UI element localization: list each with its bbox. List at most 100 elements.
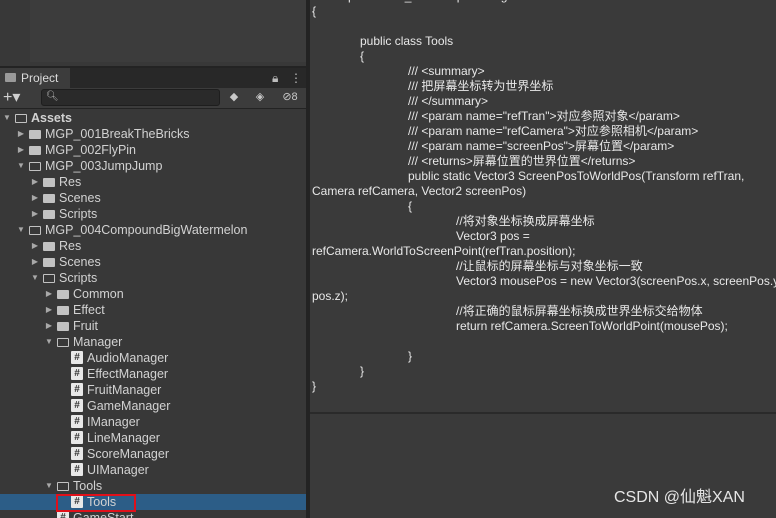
- script-item[interactable]: # GameManager: [0, 398, 306, 414]
- code-panel: namespace MGP_004CompoundBigWatermelon{p…: [310, 0, 776, 412]
- folder-item[interactable]: ▶ Fruit: [0, 318, 306, 334]
- code-line: /// <param name="refCamera">对应参照相机</para…: [408, 124, 699, 138]
- add-button[interactable]: +▾: [3, 88, 31, 108]
- folder-icon: [57, 306, 69, 315]
- hidden-packages-toggle[interactable]: ⊘8: [276, 89, 304, 106]
- tree-item-label: Res: [59, 175, 82, 189]
- open-folder-icon: [29, 162, 41, 171]
- folder-item[interactable]: ▶ Effect: [0, 302, 306, 318]
- tree-item-label: Assets: [31, 111, 72, 125]
- folder-icon: [57, 290, 69, 299]
- code-line: }: [312, 379, 317, 393]
- folder-item[interactable]: ▶ Res: [0, 238, 306, 254]
- collapsed-arrow-icon[interactable]: ▶: [44, 302, 54, 318]
- folder-item[interactable]: ▶ Scenes: [0, 190, 306, 206]
- code-line: /// </summary>: [408, 94, 489, 108]
- tree-item-label: ScoreManager: [87, 447, 169, 461]
- filter-by-type-icon[interactable]: ◆: [224, 89, 244, 106]
- folder-item[interactable]: ▼ MGP_004CompoundBigWatermelon: [0, 222, 306, 238]
- collapsed-arrow-icon[interactable]: ▶: [30, 238, 40, 254]
- folder-item[interactable]: ▶ Common: [0, 286, 306, 302]
- expanded-arrow-icon[interactable]: ▼: [30, 270, 40, 286]
- script-item[interactable]: # GameStart: [0, 510, 306, 518]
- code-line: pos.z);: [312, 289, 349, 303]
- csharp-script-icon: #: [71, 431, 83, 444]
- lock-icon[interactable]: 🔒︎: [272, 68, 278, 88]
- code-line: namespace MGP_004CompoundBigWatermelon: [312, 0, 572, 4]
- code-line: {: [408, 199, 413, 213]
- tree-item-label: MGP_001BreakTheBricks: [45, 127, 190, 141]
- tree-item-label: EffectManager: [87, 367, 169, 381]
- collapsed-arrow-icon[interactable]: ▶: [30, 190, 40, 206]
- code-line: //将对象坐标换成屏幕坐标: [456, 214, 595, 228]
- tree-item-label: Tools: [73, 479, 103, 493]
- folder-icon: [43, 210, 55, 219]
- tree-item-label: MGP_003JumpJump: [45, 159, 163, 173]
- collapsed-arrow-icon[interactable]: ▶: [16, 126, 26, 142]
- project-tab[interactable]: Project: [0, 68, 70, 88]
- collapsed-arrow-icon[interactable]: ▶: [16, 142, 26, 158]
- csharp-script-icon: #: [71, 463, 83, 476]
- script-item[interactable]: # IManager: [0, 414, 306, 430]
- folder-icon: [43, 242, 55, 251]
- csharp-script-icon: #: [71, 383, 83, 396]
- folder-item[interactable]: ▼ Tools: [0, 478, 306, 494]
- collapsed-arrow-icon[interactable]: ▶: [30, 174, 40, 190]
- script-item[interactable]: # Tools: [0, 494, 306, 510]
- collapsed-arrow-icon[interactable]: ▶: [30, 254, 40, 270]
- open-folder-icon: [43, 274, 55, 283]
- project-tree: ▼ Assets ▶ MGP_001BreakTheBricks ▶ MGP_002Fly…: [0, 110, 306, 518]
- expanded-arrow-icon[interactable]: ▼: [2, 110, 12, 126]
- tree-item-label: AudioManager: [87, 351, 169, 365]
- csharp-script-icon: #: [71, 447, 83, 460]
- script-item[interactable]: # ScoreManager: [0, 446, 306, 462]
- code-line: {: [360, 49, 365, 63]
- tree-item-label: Scenes: [59, 255, 101, 269]
- csharp-script-icon: #: [71, 367, 83, 380]
- search-input[interactable]: 🔍︎: [41, 89, 220, 106]
- script-item[interactable]: # EffectManager: [0, 366, 306, 382]
- code-line: /// <returns>屏幕位置的世界位置</returns>: [408, 154, 636, 168]
- folder-item[interactable]: ▶ MGP_002FlyPin: [0, 142, 306, 158]
- csharp-script-icon: #: [71, 351, 83, 364]
- folder-item[interactable]: ▶ Scripts: [0, 206, 306, 222]
- folder-item[interactable]: ▶ MGP_001BreakTheBricks: [0, 126, 306, 142]
- tree-item-label: IManager: [87, 415, 140, 429]
- hidden-packages-count: 8: [291, 91, 298, 103]
- script-item[interactable]: # LineManager: [0, 430, 306, 446]
- tree-item-label: UIManager: [87, 463, 149, 477]
- code-line: }: [360, 364, 365, 378]
- folder-item[interactable]: ▶ Res: [0, 174, 306, 190]
- tree-item-label: Scripts: [59, 207, 98, 221]
- folder-item[interactable]: ▼ Assets: [0, 110, 306, 126]
- collapsed-arrow-icon[interactable]: ▶: [44, 318, 54, 334]
- csharp-script-icon: #: [71, 415, 83, 428]
- code-line: {: [312, 4, 317, 18]
- folder-icon: [57, 322, 69, 331]
- code-line: /// <summary>: [408, 64, 485, 78]
- kebab-menu-icon[interactable]: ⋮: [290, 68, 302, 88]
- folder-icon: [43, 178, 55, 187]
- folder-item[interactable]: ▼ MGP_003JumpJump: [0, 158, 306, 174]
- expanded-arrow-icon[interactable]: ▼: [44, 334, 54, 350]
- folder-item[interactable]: ▼ Manager: [0, 334, 306, 350]
- expanded-arrow-icon[interactable]: ▼: [44, 478, 54, 494]
- collapsed-arrow-icon[interactable]: ▶: [30, 206, 40, 222]
- folder-icon: [5, 73, 16, 82]
- folder-icon: [43, 258, 55, 267]
- script-item[interactable]: # UIManager: [0, 462, 306, 478]
- expanded-arrow-icon[interactable]: ▼: [16, 222, 26, 238]
- code-line: return refCamera.ScreenToWorldPoint(mous…: [456, 319, 728, 333]
- tree-item-label: Scripts: [59, 271, 98, 285]
- code-line: //将正确的鼠标屏幕坐标换成世界坐标交给物体: [456, 304, 703, 318]
- folder-item[interactable]: ▼ Scripts: [0, 270, 306, 286]
- search-icon: 🔍︎: [46, 91, 59, 102]
- filter-by-label-icon[interactable]: ◈: [250, 89, 270, 106]
- open-folder-icon: [29, 226, 41, 235]
- folder-item[interactable]: ▶ Scenes: [0, 254, 306, 270]
- script-item[interactable]: # AudioManager: [0, 350, 306, 366]
- collapsed-arrow-icon[interactable]: ▶: [44, 286, 54, 302]
- script-item[interactable]: # FruitManager: [0, 382, 306, 398]
- expanded-arrow-icon[interactable]: ▼: [16, 158, 26, 174]
- tree-item-label: FruitManager: [87, 383, 162, 397]
